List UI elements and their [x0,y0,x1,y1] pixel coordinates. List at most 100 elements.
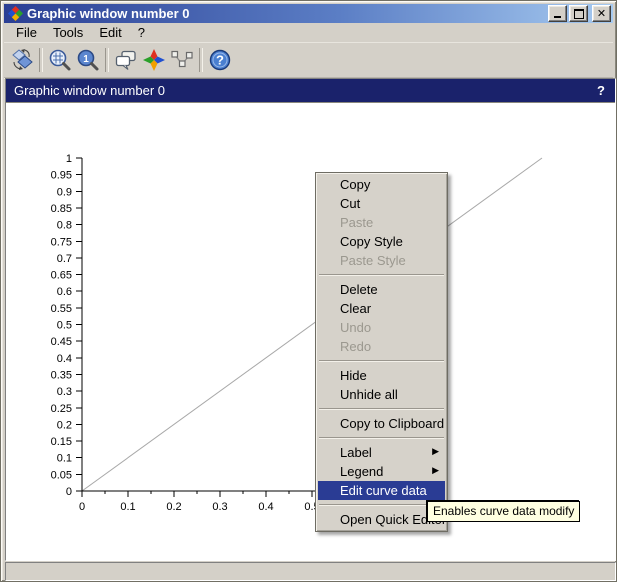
menu-separator [319,437,444,439]
svg-text:0.1: 0.1 [57,453,72,465]
svg-text:0.75: 0.75 [51,236,72,248]
svg-text:0.85: 0.85 [51,203,72,215]
content-frame: Graphic window number 0 ? 0 0.05 0.1 0.15 0.… [5,78,616,561]
svg-text:0.65: 0.65 [51,270,72,282]
svg-text:0.5: 0.5 [57,320,72,332]
svg-text:?: ? [216,53,224,68]
menu-item-paste: Paste [318,213,445,232]
toolbar-separator [105,48,109,72]
svg-text:0.9: 0.9 [57,186,72,198]
menu-item-label: Unhide all [340,387,398,402]
chart: 00.050.10.150.20.250.30.350.40.450.50.55… [6,103,611,558]
menu-item-copy-to-clipboard[interactable]: Copy to Clipboard [318,414,445,433]
toolbar-separator [39,48,43,72]
svg-text:0: 0 [79,501,85,513]
graphic-header-title: Graphic window number 0 [14,83,597,98]
svg-text:0.4: 0.4 [258,501,273,513]
menu-item-paste-style: Paste Style [318,251,445,270]
svg-text:0.95: 0.95 [51,170,72,182]
menu-item-copy-style[interactable]: Copy Style [318,232,445,251]
menu-item-unhide-all[interactable]: Unhide all [318,385,445,404]
menubar-item-edit[interactable]: Edit [91,24,129,41]
header-help-icon[interactable]: ? [597,83,607,98]
svg-text:0.05: 0.05 [51,469,72,481]
svg-text:0.2: 0.2 [166,501,181,513]
color-editor-button[interactable] [140,46,168,74]
datatips-icon [170,48,194,72]
menu-separator [319,360,444,362]
menu-item-redo: Redo [318,337,445,356]
menu-item-hide[interactable]: Hide [318,366,445,385]
help-icon: ? [208,48,232,72]
zoom-one-button[interactable]: 1 [74,46,102,74]
menu-item-label: Paste Style [340,253,406,268]
toolbar: 1 [4,43,613,78]
menu-separator [319,408,444,410]
graphic-header: Graphic window number 0 ? [6,79,615,103]
zoom-area-button[interactable] [46,46,74,74]
svg-text:0.8: 0.8 [57,220,72,232]
menu-item-label: Hide [340,368,367,383]
menu-item-label: Edit curve data [340,483,427,498]
submenu-arrow-icon: ▶ [432,443,439,462]
svg-text:0.15: 0.15 [51,436,72,448]
menubar-item-file[interactable]: File [8,24,45,41]
tooltip: Enables curve data modify [427,501,580,522]
menu-item-label: Copy to Clipboard [340,416,444,431]
svg-text:0.55: 0.55 [51,303,72,315]
svg-text:0.3: 0.3 [57,386,72,398]
submenu-arrow-icon: ▶ [432,462,439,481]
menu-item-label: Cut [340,196,360,211]
color-editor-icon [142,48,166,72]
menubar-item-[interactable]: ? [130,24,153,41]
rotate-button[interactable] [8,46,36,74]
zoom-one-icon: 1 [76,48,100,72]
minimize-icon [554,16,561,18]
svg-text:0: 0 [66,486,72,498]
dialogs-icon [114,48,138,72]
graphic-window: Graphic window number 0 ✕ FileToolsEdit? [0,0,617,582]
svg-text:0.4: 0.4 [57,353,72,365]
svg-text:0.35: 0.35 [51,369,72,381]
svg-text:1: 1 [66,153,72,165]
menu-item-edit-curve-data[interactable]: Edit curve data [318,481,445,500]
help-button[interactable]: ? [206,46,234,74]
menu-separator [319,274,444,276]
svg-text:0.3: 0.3 [212,501,227,513]
maximize-icon [574,9,584,19]
toolbar-separator [199,48,203,72]
zoom-area-icon [48,48,72,72]
menu-item-legend[interactable]: Legend ▶ [318,462,445,481]
menu-item-label: Paste [340,215,373,230]
menu-item-label[interactable]: Label ▶ [318,443,445,462]
svg-text:1: 1 [83,54,89,65]
menubar-item-tools[interactable]: Tools [45,24,91,41]
plot-canvas[interactable]: 00.050.10.150.20.250.30.350.40.450.50.55… [6,103,615,558]
menu-item-label: Copy [340,177,370,192]
title-bar: Graphic window number 0 ✕ [4,4,613,23]
menu-item-copy[interactable]: Copy [318,175,445,194]
svg-text:0.7: 0.7 [57,253,72,265]
minimize-button[interactable] [548,5,567,22]
dialogs-button[interactable] [112,46,140,74]
maximize-button[interactable] [569,5,588,22]
close-button[interactable]: ✕ [592,5,611,22]
svg-text:0.6: 0.6 [57,286,72,298]
context-menu: Copy Cut Paste Copy Style Paste Style Delete C… [315,172,448,532]
menu-item-label: Clear [340,301,371,316]
window-title: Graphic window number 0 [27,6,548,21]
menu-separator [319,504,444,506]
menu-item-label: Legend [340,464,383,479]
curve-curve[interactable] [82,158,542,491]
rotate-icon [10,48,34,72]
menu-item-label: Undo [340,320,371,335]
menu-bar: FileToolsEdit? [4,23,613,43]
menu-item-clear[interactable]: Clear [318,299,445,318]
menu-item-label: Label [340,445,372,460]
svg-text:0.1: 0.1 [120,501,135,513]
menu-item-open-quick-editor[interactable]: Open Quick Editor [318,510,445,529]
menu-item-cut[interactable]: Cut [318,194,445,213]
datatips-button[interactable] [168,46,196,74]
menu-item-undo: Undo [318,318,445,337]
menu-item-delete[interactable]: Delete [318,280,445,299]
